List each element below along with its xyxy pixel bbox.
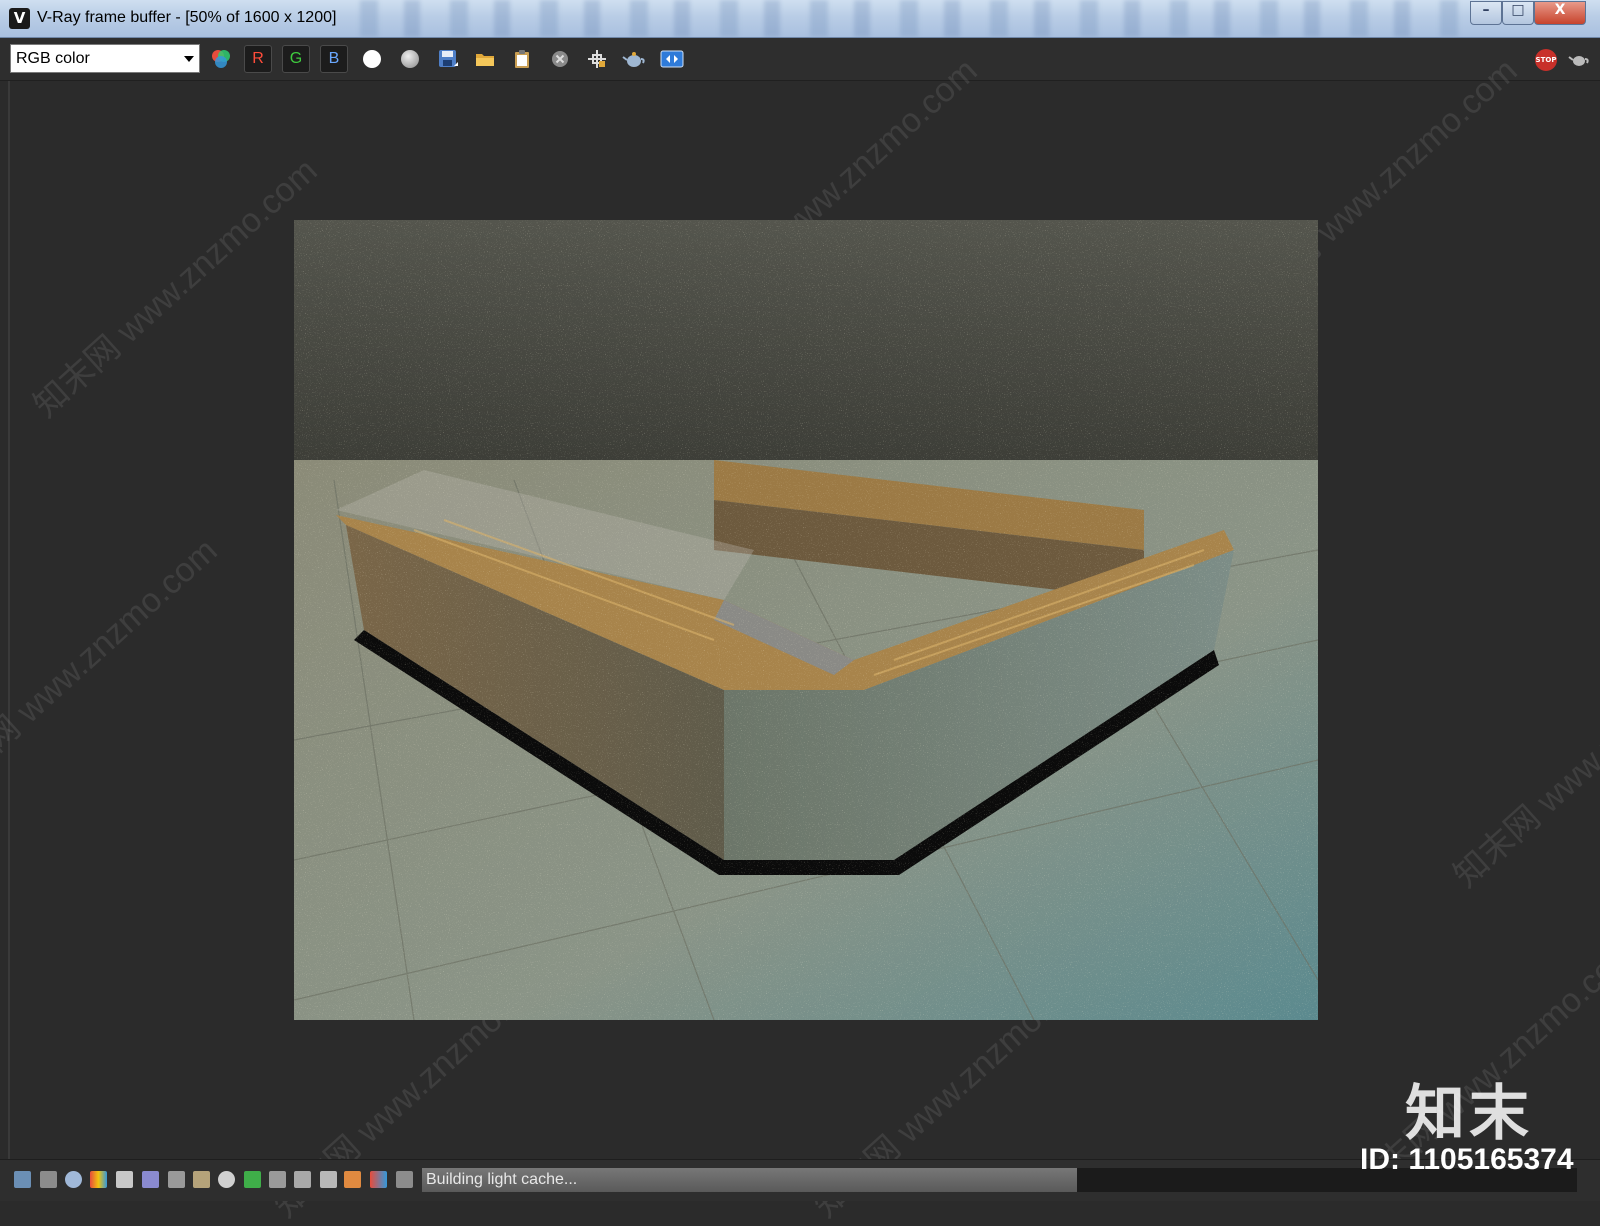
gear-icon[interactable] <box>218 1171 235 1188</box>
ocio-icon[interactable] <box>294 1171 311 1188</box>
curve-icon[interactable] <box>142 1171 159 1188</box>
channel-select[interactable]: RGB color <box>10 44 200 73</box>
minimize-button[interactable]: – <box>1470 1 1502 25</box>
info-icon[interactable] <box>65 1171 82 1188</box>
watermark-text: 知末网 www.znzmo.com <box>26 151 325 425</box>
red-channel-button[interactable]: R <box>244 45 272 73</box>
clipboard-icon[interactable] <box>508 45 536 73</box>
watermark-text: 知末网 www.znzmo.com <box>0 531 225 805</box>
maximize-button[interactable]: □ <box>1502 1 1534 25</box>
history-icon[interactable] <box>14 1171 31 1188</box>
color-correction-icon[interactable] <box>90 1171 107 1188</box>
rendered-image <box>294 220 1318 1020</box>
level-icon[interactable] <box>116 1171 133 1188</box>
status-message: Building light cache... <box>422 1168 1077 1192</box>
region-icon[interactable] <box>396 1171 413 1188</box>
exposure-icon[interactable] <box>193 1171 210 1188</box>
save-image-icon[interactable] <box>434 45 462 73</box>
color-channels-icon[interactable] <box>207 45 235 73</box>
toolbar: RGB color R G B STOP <box>0 38 1600 81</box>
lens-effects-icon[interactable] <box>40 1171 57 1188</box>
window-title: V-Ray frame buffer - [50% of 1600 x 1200… <box>37 9 337 26</box>
chevron-down-icon <box>184 56 194 62</box>
pixel-aspect-icon[interactable] <box>344 1171 361 1188</box>
hdr-icon[interactable] <box>320 1171 337 1188</box>
clear-image-icon[interactable] <box>546 45 574 73</box>
stop-render-button[interactable]: STOP <box>1535 49 1557 71</box>
history-icon[interactable] <box>658 45 686 73</box>
track-mouse-icon[interactable] <box>583 45 611 73</box>
histogram-icon[interactable] <box>168 1171 185 1188</box>
title-bar: V V-Ray frame buffer - [50% of 1600 x 12… <box>0 0 1600 38</box>
watermark-id: ID: 1105165374 <box>1360 1143 1574 1176</box>
title-bar-background <box>360 0 1460 37</box>
close-button[interactable]: X <box>1534 1 1586 25</box>
alpha-white-icon[interactable] <box>358 45 386 73</box>
lut-icon[interactable] <box>269 1171 286 1188</box>
mono-gray-icon[interactable] <box>396 45 424 73</box>
blue-channel-button[interactable]: B <box>320 45 348 73</box>
stamp-icon[interactable] <box>370 1171 387 1188</box>
vray-app-icon[interactable]: V <box>9 8 30 29</box>
render-teapot-icon[interactable] <box>620 45 648 73</box>
srgb-icon[interactable] <box>244 1171 261 1188</box>
open-image-icon[interactable] <box>471 45 499 73</box>
watermark-text: 知末网 www.znzmo.com <box>1446 621 1600 895</box>
channel-select-value: RGB color <box>16 50 90 67</box>
green-channel-button[interactable]: G <box>282 45 310 73</box>
watermark-brand: 知末 <box>1405 1079 1533 1149</box>
render-teapot-icon[interactable] <box>1565 45 1593 73</box>
